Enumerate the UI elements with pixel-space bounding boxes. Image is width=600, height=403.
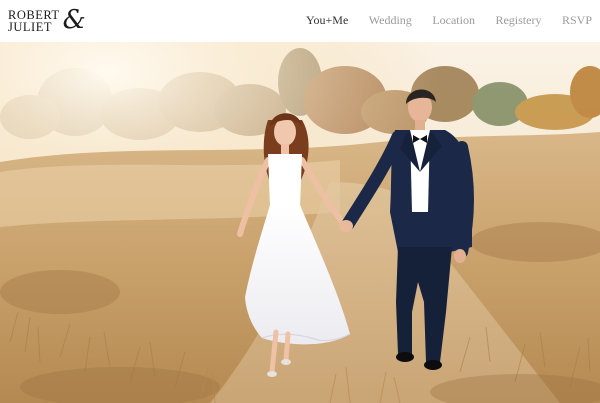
nav-item-registery[interactable]: Registery — [495, 13, 541, 28]
hero-image — [0, 42, 600, 403]
page: ROBERT JULIET & You+Me Wedding Location … — [0, 0, 600, 403]
nav-item-wedding[interactable]: Wedding — [369, 13, 412, 28]
logo-name-juliet: JULIET — [8, 20, 52, 34]
nav-item-location[interactable]: Location — [432, 13, 475, 28]
logo-names: ROBERT JULIET — [8, 9, 60, 34]
main-nav: You+Me Wedding Location Registery RSVP — [286, 0, 592, 42]
site-header: ROBERT JULIET & You+Me Wedding Location … — [0, 0, 600, 42]
logo-ampersand: & — [62, 5, 86, 35]
couple-walking-in-field-photo — [0, 42, 600, 403]
nav-item-you-me[interactable]: You+Me — [306, 13, 348, 28]
site-logo[interactable]: ROBERT JULIET & — [8, 0, 86, 42]
nav-item-rsvp[interactable]: RSVP — [562, 13, 592, 28]
